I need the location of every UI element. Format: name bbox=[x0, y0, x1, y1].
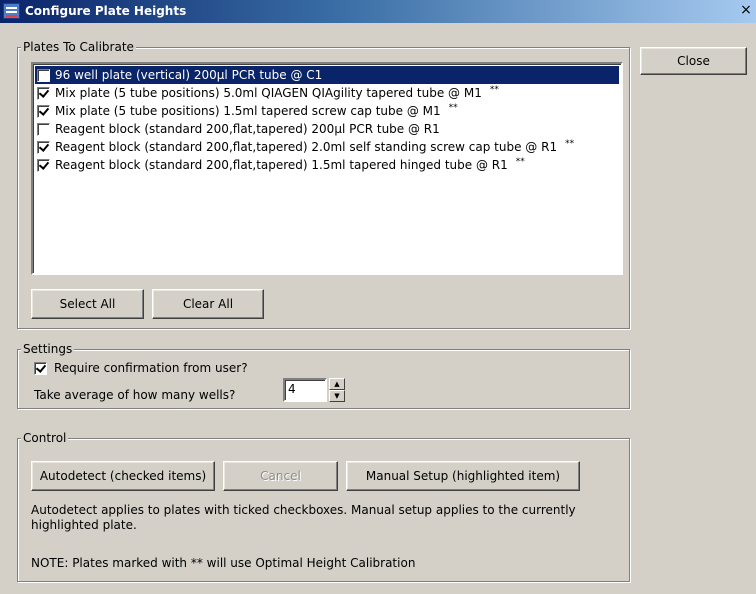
arrow-down-icon: ▼ bbox=[334, 392, 340, 400]
optimal-height-note: NOTE: Plates marked with ** will use Opt… bbox=[31, 556, 416, 570]
plate-checkbox[interactable] bbox=[37, 86, 50, 100]
plate-checkbox[interactable] bbox=[37, 68, 50, 82]
control-help-text-line2: highlighted plate. bbox=[31, 518, 137, 532]
list-item[interactable]: Reagent block (standard 200,flat,tapered… bbox=[35, 156, 619, 174]
manual-setup-button[interactable]: Manual Setup (highlighted item) bbox=[346, 461, 580, 491]
list-item[interactable]: Mix plate (5 tube positions) 5.0ml QIAGE… bbox=[35, 84, 619, 102]
optimal-height-marker: ** bbox=[489, 85, 499, 95]
window-close-button[interactable]: × bbox=[738, 3, 754, 19]
control-help-text-line1: Autodetect applies to plates with ticked… bbox=[31, 503, 576, 517]
cancel-button[interactable]: Cancel bbox=[223, 461, 338, 491]
average-wells-input[interactable]: 4 bbox=[283, 378, 327, 402]
plate-label: Mix plate (5 tube positions) 5.0ml QIAGE… bbox=[55, 86, 482, 100]
list-item[interactable]: Reagent block (standard 200,flat,tapered… bbox=[35, 138, 619, 156]
title-bar: Configure Plate Heights × bbox=[0, 0, 756, 23]
optimal-height-marker: ** bbox=[565, 139, 575, 149]
require-confirmation-row[interactable]: Require confirmation from user? bbox=[34, 361, 248, 375]
spin-down-button[interactable]: ▼ bbox=[329, 390, 345, 402]
average-wells-label: Take average of how many wells? bbox=[34, 388, 236, 402]
arrow-up-icon: ▲ bbox=[334, 380, 340, 388]
settings-group-legend: Settings bbox=[21, 342, 75, 356]
optimal-height-marker: ** bbox=[448, 103, 458, 113]
require-confirmation-label: Require confirmation from user? bbox=[54, 361, 248, 375]
plate-checkbox[interactable] bbox=[37, 104, 50, 118]
spin-up-button[interactable]: ▲ bbox=[329, 378, 345, 390]
plate-label: Reagent block (standard 200,flat,tapered… bbox=[55, 140, 558, 154]
select-all-button[interactable]: Select All bbox=[31, 289, 144, 319]
plate-grid-icon bbox=[3, 3, 20, 19]
plate-label: Reagent block (standard 200,flat,tapered… bbox=[55, 158, 508, 172]
list-item[interactable]: 96 well plate (vertical) 200µl PCR tube … bbox=[35, 66, 619, 84]
list-item[interactable]: Mix plate (5 tube positions) 1.5ml taper… bbox=[35, 102, 619, 120]
plate-checkbox[interactable] bbox=[37, 158, 50, 172]
plate-label: Reagent block (standard 200,flat,tapered… bbox=[55, 122, 440, 136]
optimal-height-marker: ** bbox=[515, 157, 525, 167]
autodetect-button[interactable]: Autodetect (checked items) bbox=[31, 461, 215, 491]
plate-label: Mix plate (5 tube positions) 1.5ml taper… bbox=[55, 104, 441, 118]
list-item[interactable]: Reagent block (standard 200,flat,tapered… bbox=[35, 120, 619, 138]
window-title: Configure Plate Heights bbox=[25, 4, 187, 18]
require-confirmation-checkbox[interactable] bbox=[34, 361, 47, 375]
clear-all-button[interactable]: Clear All bbox=[152, 289, 264, 319]
control-group-legend: Control bbox=[21, 431, 69, 445]
plate-label: 96 well plate (vertical) 200µl PCR tube … bbox=[55, 68, 323, 82]
plate-checkbox[interactable] bbox=[37, 122, 50, 136]
plates-list[interactable]: 96 well plate (vertical) 200µl PCR tube … bbox=[31, 62, 623, 275]
plate-checkbox[interactable] bbox=[37, 140, 50, 154]
plates-group-legend: Plates To Calibrate bbox=[21, 40, 136, 54]
close-button[interactable]: Close bbox=[640, 47, 747, 75]
